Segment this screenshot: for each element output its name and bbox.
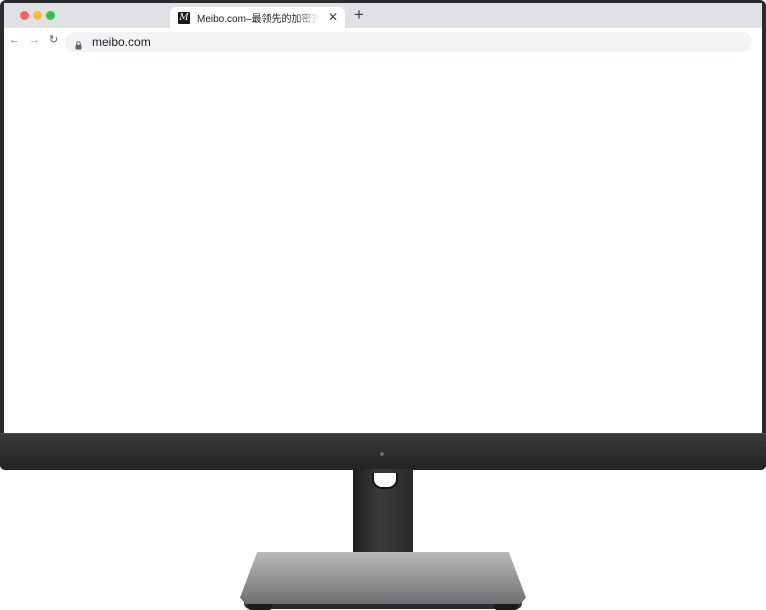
back-arrow-icon[interactable]: ← bbox=[9, 33, 20, 47]
window-minimize-button[interactable] bbox=[33, 11, 42, 20]
window-maximize-button[interactable] bbox=[46, 11, 55, 20]
browser-titlebar: M Meibo.com–最领先的加密货币 ✕ + bbox=[4, 3, 762, 28]
monitor-bezel: M Meibo.com–最领先的加密货币 ✕ + ← → ↻ meibo.com bbox=[0, 0, 766, 470]
monitor-mockup: M Meibo.com–最领先的加密货币 ✕ + ← → ↻ meibo.com bbox=[0, 0, 766, 610]
forward-arrow-icon[interactable]: → bbox=[29, 33, 40, 47]
monitor-chin bbox=[0, 433, 766, 470]
monitor-foot-right bbox=[494, 604, 518, 610]
new-tab-button[interactable]: + bbox=[354, 6, 364, 24]
tab-title: Meibo.com–最领先的加密货币 bbox=[197, 14, 319, 25]
camera-icon bbox=[380, 452, 384, 456]
address-bar[interactable]: meibo.com bbox=[65, 32, 752, 52]
browser-tab-active[interactable]: M Meibo.com–最领先的加密货币 ✕ bbox=[170, 7, 345, 28]
reload-icon[interactable]: ↻ bbox=[49, 33, 58, 47]
page-content-blank bbox=[4, 53, 762, 433]
monitor-screen: M Meibo.com–最领先的加密货币 ✕ + ← → ↻ meibo.com bbox=[4, 3, 762, 433]
window-close-button[interactable] bbox=[20, 11, 29, 20]
cable-hole bbox=[372, 473, 398, 489]
browser-toolbar: ← → ↻ meibo.com bbox=[4, 28, 762, 53]
address-url: meibo.com bbox=[92, 35, 151, 49]
monitor-stand-base bbox=[240, 552, 526, 604]
monitor-foot-left bbox=[248, 604, 272, 610]
site-favicon-icon: M bbox=[178, 11, 190, 24]
tab-close-icon[interactable]: ✕ bbox=[328, 10, 338, 24]
